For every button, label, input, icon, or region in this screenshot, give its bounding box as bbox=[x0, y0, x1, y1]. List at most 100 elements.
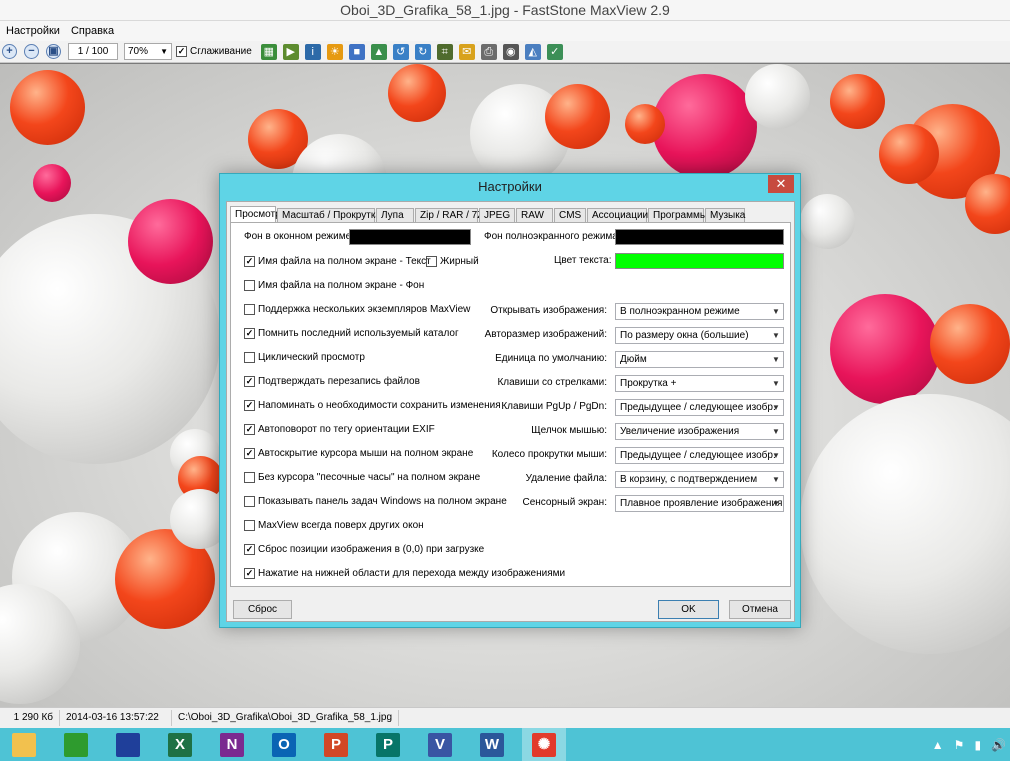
wallpaper-icon[interactable]: ◭ bbox=[524, 43, 541, 60]
checkbox-box[interactable]: ✓ bbox=[244, 399, 255, 411]
tab-8[interactable]: Программы bbox=[648, 208, 707, 223]
checkbox-box[interactable]: ✓ bbox=[244, 423, 255, 435]
cancel-button[interactable]: Отмена bbox=[729, 600, 791, 619]
tab-4[interactable]: JPEG bbox=[479, 208, 515, 223]
store-icon bbox=[64, 732, 88, 757]
menu-settings[interactable]: Настройки bbox=[6, 25, 60, 37]
action-center-icon[interactable]: ⚑ bbox=[954, 738, 965, 752]
option-checkbox-10[interactable]: Показывать панель задач Windows на полно… bbox=[244, 494, 507, 508]
bg-full-label: Фон полноэкранного режима: bbox=[484, 231, 621, 242]
option-checkbox-1[interactable]: Имя файла на полном экране - Фон bbox=[244, 278, 424, 292]
checkbox-label: MaxView всегда поверх других окон bbox=[258, 519, 424, 531]
actual-size-icon[interactable]: ▣ bbox=[46, 44, 61, 59]
checkbox-box[interactable]: ✓ bbox=[244, 375, 255, 387]
rotate-right-icon[interactable]: ↻ bbox=[414, 43, 431, 60]
bold-checkbox[interactable]: Жирный bbox=[426, 254, 479, 268]
dropdown-select[interactable]: Предыдущее / следующее изобр. ▼ bbox=[615, 447, 784, 464]
chevron-down-icon: ▼ bbox=[772, 379, 780, 388]
volume-icon[interactable]: 🔊 bbox=[991, 738, 1006, 752]
checkbox-box[interactable] bbox=[244, 351, 255, 363]
taskbar-publisher[interactable]: P bbox=[366, 728, 410, 761]
zoom-out-icon[interactable]: − bbox=[24, 44, 39, 59]
page-field[interactable]: 1 / 100 bbox=[68, 43, 118, 60]
taskbar-word[interactable]: W bbox=[470, 728, 514, 761]
checkbox-box[interactable] bbox=[244, 495, 255, 507]
browse-icon[interactable]: ▦ bbox=[260, 43, 277, 60]
option-checkbox-3[interactable]: ✓ Помнить последний используемый каталог bbox=[244, 326, 459, 340]
dropdown-select[interactable]: Увеличение изображения ▼ bbox=[615, 423, 784, 440]
taskbar-onenote[interactable]: N bbox=[210, 728, 254, 761]
text-color-swatch[interactable] bbox=[615, 253, 784, 269]
slideshow-icon[interactable]: ▶ bbox=[282, 43, 299, 60]
checkbox-box[interactable]: ✓ bbox=[244, 447, 255, 459]
sharpen-icon[interactable]: ▲ bbox=[370, 43, 387, 60]
option-checkbox-2[interactable]: Поддержка нескольких экземпляров MaxView bbox=[244, 302, 470, 316]
bold-label: Жирный bbox=[440, 255, 479, 267]
taskbar-excel[interactable]: X bbox=[158, 728, 202, 761]
brightness-icon[interactable]: ☀ bbox=[326, 43, 343, 60]
camera-icon[interactable]: ◉ bbox=[502, 43, 519, 60]
option-checkbox-6[interactable]: ✓ Напоминать о необходимости сохранить из… bbox=[244, 398, 501, 412]
tab-1[interactable]: Масштаб / Прокрутка bbox=[277, 208, 381, 223]
option-checkbox-9[interactable]: Без курсора "песочные часы" на полном эк… bbox=[244, 470, 480, 484]
checkbox-box[interactable]: ✓ bbox=[244, 327, 255, 339]
battery-icon[interactable]: ▮ bbox=[974, 738, 981, 752]
rotate-left-icon[interactable]: ↺ bbox=[392, 43, 409, 60]
option-checkbox-11[interactable]: MaxView всегда поверх других окон bbox=[244, 518, 424, 532]
taskbar-visio[interactable]: V bbox=[418, 728, 462, 761]
checkbox-box[interactable] bbox=[244, 519, 255, 531]
tab-3[interactable]: Zip / RAR / 7Z bbox=[415, 208, 483, 223]
taskbar-store[interactable] bbox=[54, 728, 98, 761]
taskbar-outlook[interactable]: O bbox=[262, 728, 306, 761]
option-checkbox-5[interactable]: ✓ Подтверждать перезапись файлов bbox=[244, 374, 420, 388]
zoom-in-icon[interactable]: + bbox=[2, 44, 17, 59]
settings-icon[interactable]: ✓ bbox=[546, 43, 563, 60]
taskbar-powerpoint[interactable]: P bbox=[314, 728, 358, 761]
taskbar-maxview[interactable]: ✺ bbox=[522, 728, 566, 761]
dropdown-select[interactable]: В полноэкранном режиме ▼ bbox=[615, 303, 784, 320]
checkbox-box[interactable]: ✓ bbox=[244, 543, 255, 555]
crop-icon[interactable]: ⌗ bbox=[436, 43, 453, 60]
reset-button[interactable]: Сброс bbox=[233, 600, 292, 619]
zoom-select[interactable]: 70% ▼ bbox=[124, 43, 172, 60]
smoothing-checkbox[interactable]: ✓ bbox=[176, 46, 187, 57]
dropdown-select[interactable]: По размеру окна (большие) ▼ bbox=[615, 327, 784, 344]
email-icon[interactable]: ✉ bbox=[458, 43, 475, 60]
taskbar-file-explorer[interactable] bbox=[2, 728, 46, 761]
option-checkbox-0[interactable]: ✓ Имя файла на полном экране - Текст bbox=[244, 254, 431, 268]
option-checkbox-7[interactable]: ✓ Автоповорот по тегу ориентации EXIF bbox=[244, 422, 435, 436]
menu-help[interactable]: Справка bbox=[71, 25, 114, 37]
dropdown-select[interactable]: Прокрутка + ▼ bbox=[615, 375, 784, 392]
taskbar-save-app[interactable] bbox=[106, 728, 150, 761]
dropdown-select[interactable]: Дюйм ▼ bbox=[615, 351, 784, 368]
tab-strip: Просмотр Масштаб / Прокрутка Лупа Zip / RAR… bbox=[230, 206, 746, 223]
settings-dialog: Настройки ✕ Просмотр Масштаб / Прокрутка Л… bbox=[219, 173, 801, 628]
show-hidden-icons-icon[interactable]: ▲ bbox=[932, 738, 944, 752]
tab-2[interactable]: Лупа bbox=[376, 208, 414, 223]
ok-button[interactable]: OK bbox=[658, 600, 719, 619]
option-checkbox-8[interactable]: ✓ Автоскрытие курсора мыши на полном экра… bbox=[244, 446, 473, 460]
print-icon[interactable]: ⎙ bbox=[480, 43, 497, 60]
option-checkbox-13[interactable]: ✓ Нажатие на нижней области для перехода … bbox=[244, 566, 565, 580]
close-icon[interactable]: ✕ bbox=[768, 175, 794, 193]
tab-6[interactable]: CMS bbox=[554, 208, 586, 223]
dropdown-select[interactable]: Плавное проявление изображения ▼ bbox=[615, 495, 784, 512]
dropdown-select[interactable]: Предыдущее / следующее изобр. ▼ bbox=[615, 399, 784, 416]
status-file-size: 1 290 Кб bbox=[0, 710, 60, 726]
checkbox-box[interactable] bbox=[244, 303, 255, 315]
bg-full-color-swatch[interactable] bbox=[615, 229, 784, 245]
checkbox-box[interactable]: ✓ bbox=[244, 567, 255, 579]
bg-window-color-swatch[interactable] bbox=[349, 229, 471, 245]
checkbox-box[interactable] bbox=[244, 471, 255, 483]
tab-7[interactable]: Ассоциации bbox=[587, 208, 648, 223]
tab-5[interactable]: RAW bbox=[516, 208, 553, 223]
tab-0[interactable]: Просмотр bbox=[230, 206, 281, 223]
option-checkbox-4[interactable]: Циклический просмотр bbox=[244, 350, 365, 364]
image-info-icon[interactable]: i bbox=[304, 43, 321, 60]
tab-9[interactable]: Музыка bbox=[705, 208, 745, 223]
dropdown-select[interactable]: В корзину, с подтверждением ▼ bbox=[615, 471, 784, 488]
option-checkbox-12[interactable]: ✓ Сброс позиции изображения в (0,0) при з… bbox=[244, 542, 484, 556]
checkbox-box[interactable]: ✓ bbox=[244, 255, 255, 267]
colors-icon[interactable]: ■ bbox=[348, 43, 365, 60]
checkbox-box[interactable] bbox=[244, 279, 255, 291]
